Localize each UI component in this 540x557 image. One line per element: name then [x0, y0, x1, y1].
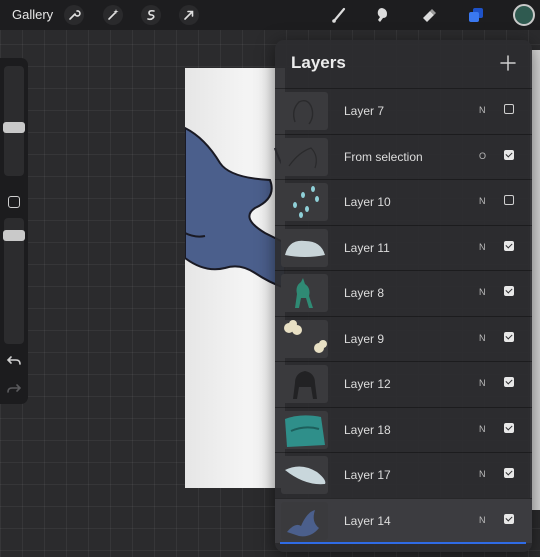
redo-icon[interactable] [6, 380, 22, 396]
layers-icon[interactable] [466, 5, 486, 25]
blend-mode[interactable]: N [479, 287, 486, 297]
visibility-checkbox[interactable] [504, 240, 514, 251]
smudge-icon[interactable] [372, 5, 392, 25]
layer-thumbnail [281, 228, 328, 267]
layer-name: Layer 12 [344, 377, 391, 391]
brush-icon[interactable] [329, 5, 349, 25]
layer-row[interactable]: Layer 11 N [275, 224, 532, 271]
blend-mode[interactable]: N [479, 515, 486, 525]
layer-list: Layer 7 N From selection O Layer 10 N La… [275, 88, 532, 544]
color-picker-button[interactable] [513, 4, 535, 26]
layer-thumbnail [281, 137, 328, 176]
layer-thumbnail [281, 410, 328, 449]
layer-name: Layer 18 [344, 422, 391, 437]
layer-row[interactable]: Layer 7 N [275, 88, 532, 134]
layer-row[interactable]: Layer 8 N [275, 270, 532, 316]
selection-icon[interactable] [141, 5, 161, 25]
visibility-checkbox[interactable] [504, 377, 514, 387]
plus-icon[interactable] [498, 53, 518, 73]
visibility-checkbox[interactable] [504, 513, 514, 524]
layer-name: Layer 17 [344, 468, 391, 482]
layer-row[interactable]: Layer 14 N [275, 497, 532, 544]
layer-thumbnail [281, 183, 328, 221]
drawing-canvas[interactable] [185, 68, 285, 488]
opacity-handle[interactable] [3, 230, 25, 241]
left-sidebar [0, 58, 28, 404]
layer-name: Layer 9 [344, 331, 385, 346]
layer-thumbnail [281, 274, 328, 312]
brush-size-handle[interactable] [3, 122, 25, 133]
artwork-figure [185, 126, 285, 290]
layer-thumbnail [281, 92, 328, 130]
layer-name: Layer 7 [344, 104, 385, 118]
undo-icon[interactable] [6, 352, 22, 368]
visibility-checkbox[interactable] [504, 331, 514, 342]
layer-row[interactable]: Layer 12 N [275, 361, 532, 407]
layer-name: Layer 14 [344, 513, 391, 528]
blend-mode[interactable]: N [479, 469, 486, 479]
visibility-checkbox[interactable] [504, 468, 514, 478]
blend-mode[interactable]: N [479, 242, 486, 252]
layer-name: From selection [344, 149, 423, 164]
layer-thumbnail [281, 319, 328, 358]
layer-thumbnail [281, 365, 328, 403]
blend-mode[interactable]: N [479, 378, 486, 388]
layers-panel: Layers Layer 7 N From selection O Layer [275, 40, 532, 552]
layer-row[interactable]: Layer 10 N [275, 179, 532, 225]
layer-thumbnail [281, 501, 328, 540]
layer-row[interactable]: Layer 9 N [275, 315, 532, 362]
blend-mode[interactable]: O [479, 151, 486, 161]
layer-thumbnail [281, 456, 328, 494]
blend-mode[interactable]: N [479, 333, 486, 343]
eraser-icon[interactable] [419, 5, 439, 25]
visibility-checkbox[interactable] [504, 104, 514, 114]
layer-name: Layer 8 [344, 286, 385, 300]
layer-row[interactable]: From selection O [275, 133, 532, 180]
visibility-checkbox[interactable] [504, 149, 514, 160]
layer-name: Layer 10 [344, 195, 391, 209]
gallery-button[interactable]: Gallery [12, 7, 53, 22]
transform-arrow-icon[interactable] [179, 5, 199, 25]
blend-mode[interactable]: N [479, 196, 486, 206]
visibility-checkbox[interactable] [504, 286, 514, 296]
visibility-checkbox[interactable] [504, 195, 514, 205]
magic-wand-icon[interactable] [103, 5, 123, 25]
layer-row[interactable]: Layer 17 N [275, 452, 532, 498]
blend-mode[interactable]: N [479, 424, 486, 434]
top-toolbar: Gallery [0, 0, 540, 30]
panel-title: Layers [291, 53, 346, 72]
blend-mode[interactable]: N [479, 105, 486, 115]
layer-name: Layer 11 [344, 240, 390, 255]
opacity-slider[interactable] [3, 218, 25, 344]
visibility-checkbox[interactable] [504, 422, 514, 433]
layer-row[interactable]: Layer 18 N [275, 406, 532, 453]
modify-square-icon[interactable] [8, 196, 20, 208]
brush-size-slider[interactable] [3, 66, 25, 176]
wrench-icon[interactable] [64, 5, 84, 25]
